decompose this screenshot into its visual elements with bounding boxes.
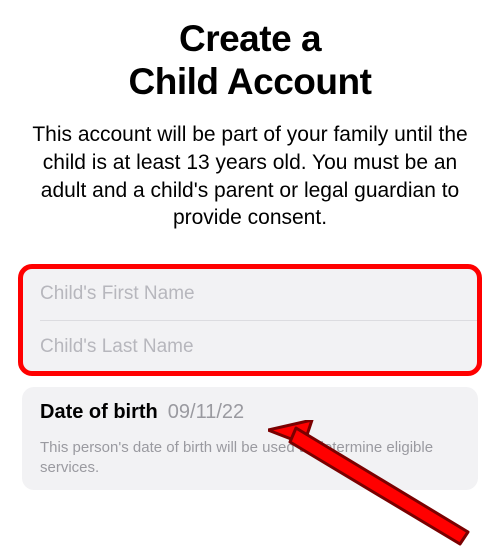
name-form-group: Child's First Name Child's Last Name [0,268,500,373]
dob-card: Date of birth 09/11/22 This person's dat… [22,387,478,491]
dob-hint: This person's date of birth will be used… [40,438,460,479]
header: Create a Child Account This account will… [0,0,500,232]
dob-section: Date of birth 09/11/22 This person's dat… [0,387,500,491]
first-name-placeholder: Child's First Name [40,283,195,305]
title-line-1: Create a [179,18,321,59]
dob-value: 09/11/22 [168,401,244,424]
page-description: This account will be part of your family… [20,121,480,232]
title-line-2: Child Account [129,61,372,102]
input-group: Child's First Name Child's Last Name [22,268,478,373]
last-name-placeholder: Child's Last Name [40,336,194,358]
page-title: Create a Child Account [20,18,480,103]
dob-label: Date of birth [40,401,158,424]
first-name-field[interactable]: Child's First Name [22,268,478,320]
last-name-field[interactable]: Child's Last Name [22,321,478,373]
dob-row[interactable]: Date of birth 09/11/22 [40,401,460,424]
